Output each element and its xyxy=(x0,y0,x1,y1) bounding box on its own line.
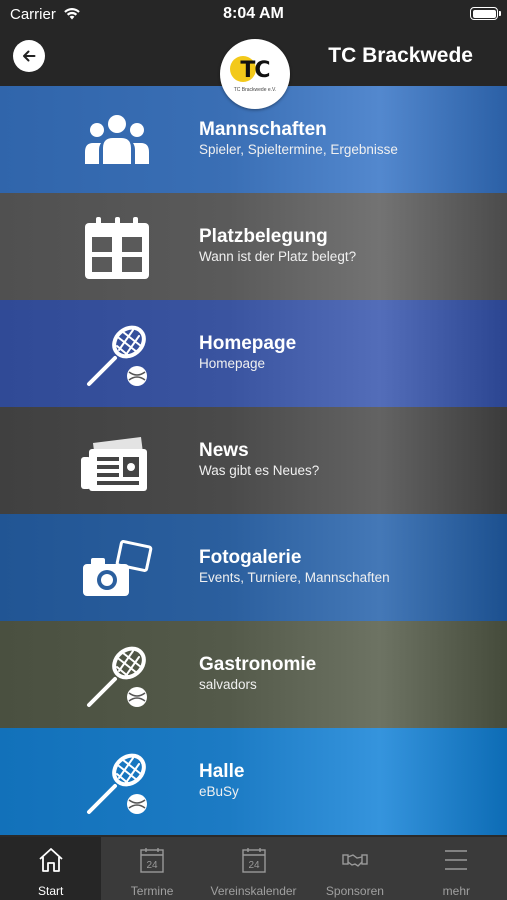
page-title: TC Brackwede xyxy=(328,44,473,67)
tab-sponsoren[interactable]: Sponsoren xyxy=(304,837,405,900)
menu-item-news[interactable]: News Was gibt es Neues? xyxy=(0,407,507,514)
menu-item-title: Homepage xyxy=(199,333,297,354)
menu-item-homepage[interactable]: Homepage Homepage xyxy=(0,300,507,407)
menu-item-subtitle: Was gibt es Neues? xyxy=(199,463,320,478)
tab-mehr[interactable]: mehr xyxy=(406,837,507,900)
menu-item-title: Mannschaften xyxy=(199,119,327,140)
menu-item-title: Platzbelegung xyxy=(199,226,328,247)
menu-item-subtitle: Spieler, Spieltermine, Ergebnisse xyxy=(199,142,398,157)
camera-photos-icon xyxy=(79,536,155,602)
tennis-racket-icon xyxy=(79,643,155,709)
calendar-24-icon: 24 xyxy=(138,846,166,874)
handshake-icon xyxy=(341,846,369,874)
logo-text: TC xyxy=(240,57,270,83)
tab-termine[interactable]: 24 Termine xyxy=(101,837,202,900)
logo-subtext: TC Brackwede e.V. xyxy=(233,87,277,93)
menu-item-title: Fotogalerie xyxy=(199,547,302,568)
menu-item-subtitle: Homepage xyxy=(199,356,266,371)
menu-item-subtitle: eBuSy xyxy=(199,784,239,799)
arrow-left-icon xyxy=(23,50,36,62)
menu-lines-icon xyxy=(442,846,470,874)
tennis-racket-icon xyxy=(79,322,155,388)
nav-bar: TC Brackwede TC TC Brackwede e.V. xyxy=(0,30,507,109)
tab-bar: Start 24 Termine 24 Vereinskalender Sponsoren… xyxy=(0,837,507,900)
svg-text:24: 24 xyxy=(248,860,260,871)
calendar-icon xyxy=(79,215,155,281)
menu-item-subtitle: salvadors xyxy=(199,677,257,692)
tennis-racket-icon xyxy=(79,750,155,816)
main-menu: Mannschaften Spieler, Spieltermine, Ergeb… xyxy=(0,86,507,835)
menu-item-background xyxy=(0,728,507,835)
clock-label: 8:04 AM xyxy=(223,5,284,22)
status-bar: Carrier 8:04 AM xyxy=(0,0,507,30)
club-logo[interactable]: TC TC Brackwede e.V. xyxy=(220,39,290,109)
tab-start[interactable]: Start xyxy=(0,837,102,900)
menu-item-title: Halle xyxy=(199,761,245,782)
tab-label: Vereinskalender xyxy=(210,884,297,898)
svg-text:24: 24 xyxy=(147,860,159,871)
menu-item-gastronomie[interactable]: Gastronomie salvadors xyxy=(0,621,507,728)
home-icon xyxy=(37,846,65,874)
newspaper-icon xyxy=(79,429,155,495)
tab-label: Sponsoren xyxy=(325,884,384,898)
tab-label: Start xyxy=(38,884,64,898)
menu-item-subtitle: Events, Turniere, Mannschaften xyxy=(199,570,390,585)
calendar-24-icon: 24 xyxy=(240,846,268,874)
menu-item-platzbelegung[interactable]: Platzbelegung Wann ist der Platz belegt? xyxy=(0,193,507,300)
menu-item-fotogalerie[interactable]: Fotogalerie Events, Turniere, Mannschafte… xyxy=(0,514,507,621)
back-button[interactable] xyxy=(13,40,45,72)
tab-label: mehr xyxy=(442,884,470,898)
menu-item-halle[interactable]: Halle eBuSy xyxy=(0,728,507,835)
menu-item-title: Gastronomie xyxy=(199,654,317,675)
battery-icon xyxy=(470,7,501,20)
tab-label: Termine xyxy=(130,884,174,898)
team-icon xyxy=(79,108,155,174)
menu-item-subtitle: Wann ist der Platz belegt? xyxy=(199,249,357,264)
tab-vereinskalender[interactable]: 24 Vereinskalender xyxy=(203,837,304,900)
menu-item-title: News xyxy=(199,440,249,461)
